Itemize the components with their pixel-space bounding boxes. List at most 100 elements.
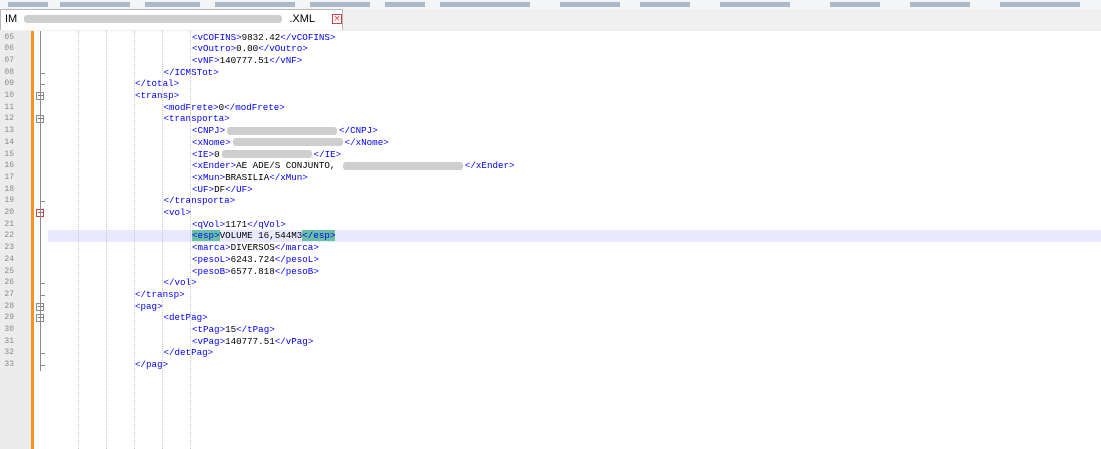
indent-guide (190, 31, 191, 449)
close-tag-name: IE (324, 148, 336, 160)
tag-bracket: > (509, 160, 515, 172)
code-line[interactable]: <IE>0 </IE> (0, 149, 1101, 161)
code-text: <marca>DIVERSOS</marca> (192, 242, 319, 254)
code-text: <transporta> (164, 113, 230, 125)
close-tag-name: vol (174, 277, 192, 289)
tag-bracket: </ (313, 148, 325, 160)
toolbar-icon[interactable] (830, 2, 880, 7)
open-tag-name: pag (140, 300, 158, 312)
code-line[interactable]: <tPag>15</tPag> (0, 324, 1101, 336)
toolbar-icon[interactable] (60, 2, 130, 7)
open-tag-name: pesoB (197, 265, 226, 277)
open-tag-name: detPag (169, 312, 203, 324)
tag-bracket: </ (274, 265, 286, 277)
code-line[interactable]: </transp> (0, 289, 1101, 301)
tag-value: 1171 (225, 218, 248, 230)
toolbar-icon[interactable] (440, 2, 530, 7)
code-line[interactable]: </transporta> (0, 195, 1101, 207)
code-line[interactable]: <pesoB>6577.818</pesoB> (0, 266, 1101, 278)
toolbar-icon[interactable] (215, 2, 295, 7)
toolbar-icon[interactable] (560, 2, 620, 7)
code-line[interactable]: <vPag>140777.51</vPag> (0, 336, 1101, 348)
tag-bracket: </ (274, 335, 286, 347)
open-tag-name: qVol (197, 218, 220, 230)
close-tag-name: xNome (355, 136, 384, 148)
tag-value: AE ADE/S CONJUNTO, (236, 160, 336, 172)
redacted-value (342, 161, 463, 170)
close-tag-name: xEnder (475, 160, 510, 172)
tag-bracket: </ (274, 242, 286, 254)
code-line[interactable]: <vol> (0, 207, 1101, 219)
current-line[interactable]: <esp>VOLUME 16,544M3</esp> (0, 230, 1101, 243)
close-tag-name: marca (285, 242, 314, 254)
line-number: 16 (4, 161, 14, 171)
code-line[interactable]: <detPag> (0, 312, 1101, 324)
close-tag-name: esp (313, 230, 330, 242)
tag-bracket: > (329, 31, 336, 43)
close-tag-name: ICMSTot (174, 66, 214, 78)
code-text: <IE>0 </IE> (192, 149, 341, 161)
code-text: <tPag>15</tPag> (192, 324, 275, 336)
code-line[interactable]: <pesoL>6243.724</pesoL> (0, 254, 1101, 266)
tag-bracket: > (179, 288, 185, 300)
code-line[interactable]: <CNPJ> </CNPJ> (0, 125, 1101, 137)
file-tab[interactable]: IM .XML × (0, 9, 343, 30)
open-tag-name: UF (197, 183, 209, 195)
line-number: 05 (4, 32, 14, 42)
code-line[interactable]: <vOutro>0.00</vOutro> (0, 43, 1101, 55)
code-text: <xEnder>AE ADE/S CONJUNTO, </xEnder> (192, 160, 515, 172)
code-text: </transp> (135, 289, 185, 301)
line-number: 31 (4, 336, 14, 346)
tag-bracket: </ (236, 324, 248, 335)
code-line[interactable]: <UF>DF</UF> (0, 184, 1101, 196)
toolbar-icon[interactable] (910, 2, 970, 7)
code-text: <xMun>BRASILIA</xMun> (192, 172, 308, 184)
code-line[interactable]: <marca>DIVERSOS</marca> (0, 242, 1101, 254)
open-tag-name: transp (140, 90, 174, 101)
toolbar-icon[interactable] (385, 2, 425, 7)
code-line[interactable]: </vol> (0, 277, 1101, 289)
line-number: 20 (4, 208, 14, 217)
code-line[interactable]: </pag> (0, 359, 1101, 371)
tag-bracket: > (313, 265, 319, 277)
toolbar-icon[interactable] (8, 2, 48, 7)
line-number: 13 (4, 126, 14, 136)
code-line[interactable]: <modFrete>0</modFrete> (0, 102, 1101, 114)
code-line[interactable]: <vNF>140777.51</vNF> (0, 55, 1101, 67)
code-line[interactable]: </detPag> (0, 347, 1101, 359)
line-number: 07 (4, 55, 14, 65)
code-text: </vol> (164, 277, 197, 289)
close-tag-name: pag (146, 359, 163, 371)
toolbar-icon[interactable] (145, 2, 200, 7)
open-tag-name: vPag (197, 335, 220, 347)
code-line[interactable]: <pag> (0, 301, 1101, 313)
toolbar-icon[interactable] (720, 2, 790, 7)
close-tab-icon[interactable]: × (332, 14, 342, 24)
code-text: <xNome> </xNome> (192, 137, 389, 149)
toolbar-icon[interactable] (310, 2, 370, 7)
redacted-value (221, 150, 312, 159)
toolbar-icon[interactable] (1000, 2, 1080, 7)
code-line[interactable]: </total> (0, 78, 1101, 90)
code-line[interactable]: <xEnder>AE ADE/S CONJUNTO, </xEnder> (0, 160, 1101, 172)
file-tab-name-prefix: IM (5, 13, 18, 25)
code-editor[interactable]: <vCOFINS>9832.42</vCOFINS> <vOutro>0.00</… (0, 31, 1101, 449)
code-line[interactable]: <xMun>BRASILIA</xMun> (0, 172, 1101, 184)
tag-bracket: </ (247, 218, 259, 230)
code-line[interactable]: <vCOFINS>9832.42</vCOFINS> (0, 32, 1101, 44)
tag-bracket: > (219, 125, 226, 137)
tag-bracket: </ (163, 277, 175, 289)
file-tab-name-suffix: .XML (289, 13, 316, 25)
tag-bracket: </ (269, 54, 281, 66)
toolbar-icon[interactable] (640, 2, 690, 7)
code-line[interactable]: </ICMSTot> (0, 67, 1101, 79)
tag-bracket: > (225, 136, 231, 148)
code-line[interactable]: <qVol>1171</qVol> (0, 219, 1101, 231)
close-tag-name: vPag (285, 335, 308, 347)
line-number: 26 (4, 278, 14, 288)
code-line[interactable]: <transp> (0, 90, 1101, 102)
tag-value: VOLUME 16,544M3 (219, 230, 303, 242)
code-line[interactable]: <transporta> (0, 113, 1101, 125)
redacted-filename (24, 15, 283, 24)
code-line[interactable]: <xNome> </xNome> (0, 137, 1101, 149)
